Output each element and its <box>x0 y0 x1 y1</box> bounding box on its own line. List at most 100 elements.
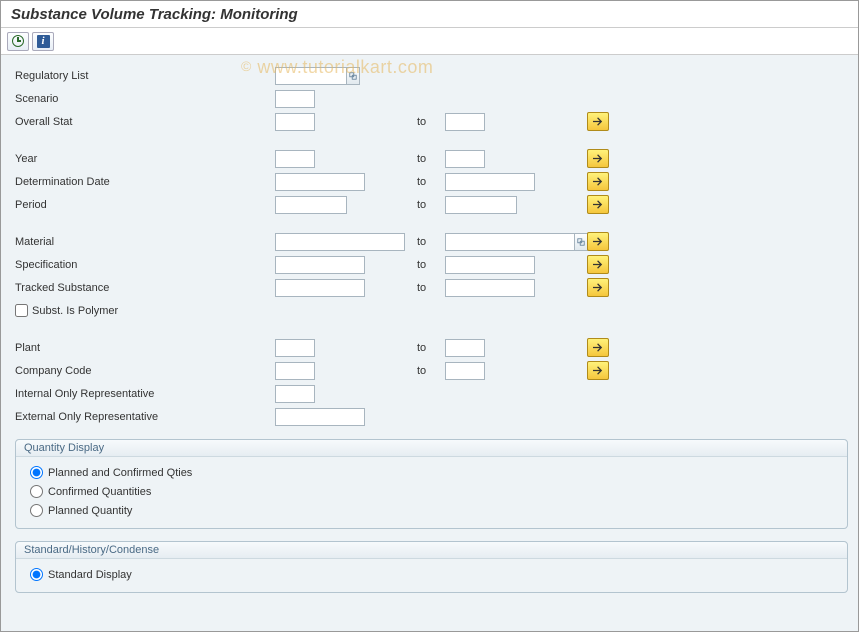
radio-row-confirmed: Confirmed Quantities <box>30 482 833 501</box>
tracked-substance-from-input[interactable] <box>275 279 365 297</box>
overall-stat-to-input[interactable] <box>445 113 485 131</box>
label-company-code: Company Code <box>15 365 275 377</box>
f4-icon <box>349 72 357 80</box>
radio-label-standard: Standard Display <box>48 569 132 581</box>
specification-more-button[interactable] <box>587 255 609 274</box>
to-label: to <box>417 153 445 165</box>
row-int-only-rep: Internal Only Representative <box>15 383 848 404</box>
row-specification: Specification to <box>15 254 848 275</box>
overall-stat-more-button[interactable] <box>587 112 609 131</box>
radio-row-planned: Planned Quantity <box>30 501 833 520</box>
arrow-right-icon <box>592 236 605 247</box>
row-subst-is-polymer: Subst. Is Polymer <box>15 300 848 321</box>
specification-from-input[interactable] <box>275 256 365 274</box>
row-determination-date: Determination Date to <box>15 171 848 192</box>
to-label: to <box>417 259 445 271</box>
row-period: Period to <box>15 194 848 215</box>
radio-confirmed[interactable] <box>30 485 43 498</box>
arrow-right-icon <box>592 259 605 270</box>
determination-date-to-input[interactable] <box>445 173 535 191</box>
group-standard-history-condense: Standard/History/Condense Standard Displ… <box>15 541 848 593</box>
label-subst-is-polymer: Subst. Is Polymer <box>32 305 118 317</box>
regulatory-list-f4-button[interactable] <box>347 67 360 85</box>
row-ext-only-rep: External Only Representative <box>15 406 848 427</box>
tracked-substance-more-button[interactable] <box>587 278 609 297</box>
radio-row-planned-confirmed: Planned and Confirmed Qties <box>30 463 833 482</box>
plant-to-input[interactable] <box>445 339 485 357</box>
ext-only-rep-input[interactable] <box>275 408 365 426</box>
int-only-rep-input[interactable] <box>275 385 315 403</box>
material-more-button[interactable] <box>587 232 609 251</box>
plant-from-input[interactable] <box>275 339 315 357</box>
regulatory-list-field-wrap <box>275 67 360 85</box>
radio-row-standard: Standard Display <box>30 565 833 584</box>
row-company-code: Company Code to <box>15 360 848 381</box>
row-plant: Plant to <box>15 337 848 358</box>
subst-is-polymer-checkbox[interactable] <box>15 304 28 317</box>
row-scenario: Scenario <box>15 88 848 109</box>
radio-planned-confirmed[interactable] <box>30 466 43 479</box>
period-to-input[interactable] <box>445 196 517 214</box>
plant-more-button[interactable] <box>587 338 609 357</box>
label-int-only-rep: Internal Only Representative <box>15 388 275 400</box>
label-determination-date: Determination Date <box>15 176 275 188</box>
determination-date-more-button[interactable] <box>587 172 609 191</box>
row-material: Material to <box>15 231 848 252</box>
material-to-input[interactable] <box>445 233 575 251</box>
to-label: to <box>417 116 445 128</box>
label-ext-only-rep: External Only Representative <box>15 411 275 423</box>
page-title: Substance Volume Tracking: Monitoring <box>11 6 298 23</box>
execute-button[interactable] <box>7 32 29 51</box>
label-period: Period <box>15 199 275 211</box>
period-from-input[interactable] <box>275 196 347 214</box>
arrow-right-icon <box>592 116 605 127</box>
info-icon: i <box>37 35 50 48</box>
year-from-input[interactable] <box>275 150 315 168</box>
to-label: to <box>417 176 445 188</box>
info-button[interactable]: i <box>32 32 54 51</box>
to-label: to <box>417 282 445 294</box>
clock-icon <box>12 35 24 47</box>
overall-stat-from-input[interactable] <box>275 113 315 131</box>
arrow-right-icon <box>592 153 605 164</box>
radio-label-confirmed: Confirmed Quantities <box>48 486 151 498</box>
tracked-substance-to-input[interactable] <box>445 279 535 297</box>
company-code-to-input[interactable] <box>445 362 485 380</box>
row-regulatory-list: Regulatory List <box>15 65 848 86</box>
radio-standard-display[interactable] <box>30 568 43 581</box>
row-overall-stat: Overall Stat to <box>15 111 848 132</box>
arrow-right-icon <box>592 342 605 353</box>
label-scenario: Scenario <box>15 93 275 105</box>
label-year: Year <box>15 153 275 165</box>
to-label: to <box>417 365 445 377</box>
arrow-right-icon <box>592 199 605 210</box>
label-specification: Specification <box>15 259 275 271</box>
label-tracked-substance: Tracked Substance <box>15 282 275 294</box>
radio-label-planned-confirmed: Planned and Confirmed Qties <box>48 467 192 479</box>
specification-to-input[interactable] <box>445 256 535 274</box>
label-overall-stat: Overall Stat <box>15 116 275 128</box>
material-from-input[interactable] <box>275 233 405 251</box>
group-mode-title: Standard/History/Condense <box>16 542 847 559</box>
radio-planned[interactable] <box>30 504 43 517</box>
selection-screen: © www.tutorialkart.com Regulatory List S… <box>1 55 858 631</box>
period-more-button[interactable] <box>587 195 609 214</box>
company-code-more-button[interactable] <box>587 361 609 380</box>
scenario-input[interactable] <box>275 90 315 108</box>
determination-date-from-input[interactable] <box>275 173 365 191</box>
radio-label-planned: Planned Quantity <box>48 505 132 517</box>
year-more-button[interactable] <box>587 149 609 168</box>
row-year: Year to <box>15 148 848 169</box>
group-quantity-display: Quantity Display Planned and Confirmed Q… <box>15 439 848 529</box>
toolbar: i <box>1 28 858 55</box>
label-plant: Plant <box>15 342 275 354</box>
year-to-input[interactable] <box>445 150 485 168</box>
to-label: to <box>417 236 445 248</box>
material-to-field-wrap <box>445 233 588 251</box>
company-code-from-input[interactable] <box>275 362 315 380</box>
regulatory-list-input[interactable] <box>275 67 347 85</box>
arrow-right-icon <box>592 365 605 376</box>
arrow-right-icon <box>592 176 605 187</box>
arrow-right-icon <box>592 282 605 293</box>
to-label: to <box>417 199 445 211</box>
